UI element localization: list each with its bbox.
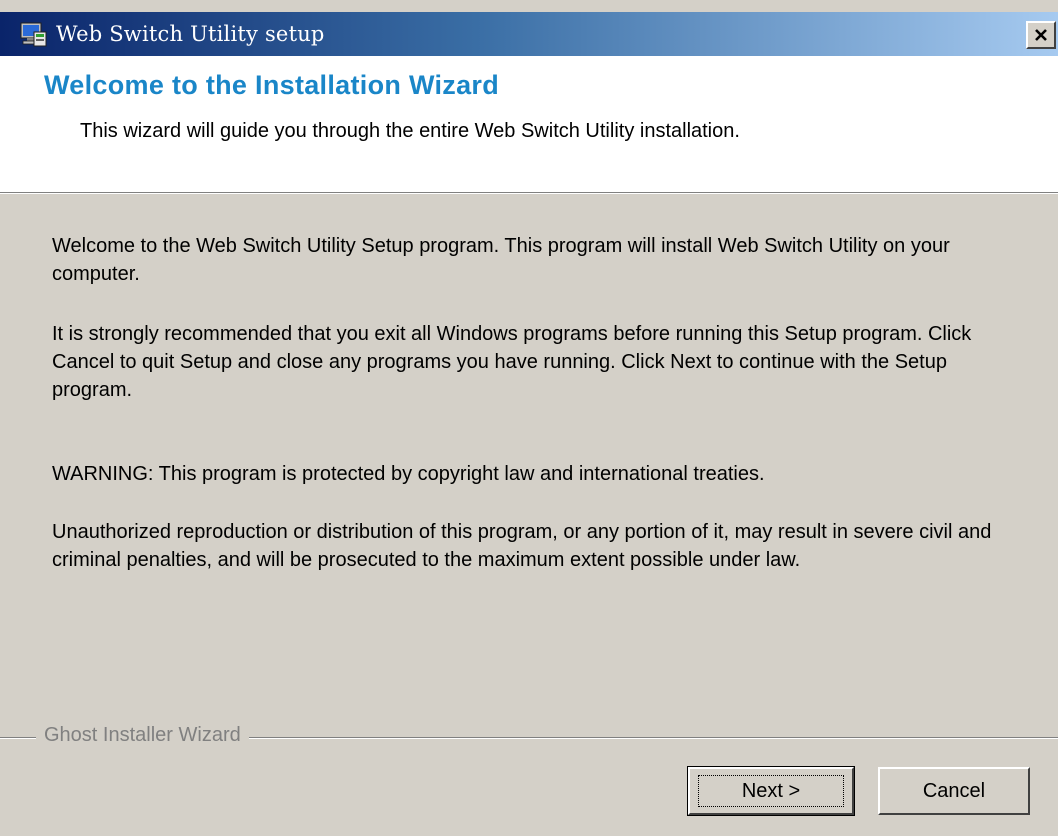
page-subtitle: This wizard will guide you through the e… — [80, 120, 740, 142]
close-button[interactable] — [1026, 21, 1056, 49]
cancel-button[interactable]: Cancel — [878, 767, 1030, 815]
installer-brand-label: Ghost Installer Wizard — [36, 724, 249, 747]
next-button-label: Next > — [741, 779, 801, 802]
title-bar[interactable]: Web Switch Utility setup — [0, 12, 1058, 56]
setup-window: Web Switch Utility setup Welcome to the … — [0, 0, 1058, 836]
wizard-header: Welcome to the Installation Wizard This … — [0, 56, 1058, 192]
setup-computer-icon — [20, 22, 47, 47]
header-divider — [0, 192, 1058, 194]
warning-paragraph: WARNING: This program is protected by co… — [52, 463, 765, 485]
page-title: Welcome to the Installation Wizard — [44, 70, 500, 100]
cancel-button-label: Cancel — [922, 779, 986, 802]
recommendation-paragraph: It is strongly recommended that you exit… — [52, 323, 972, 401]
legal-paragraph: Unauthorized reproduction or distributio… — [52, 521, 992, 571]
welcome-paragraph: Welcome to the Web Switch Utility Setup … — [52, 235, 950, 285]
window-title: Web Switch Utility setup — [56, 22, 325, 46]
next-button[interactable]: Next > — [687, 766, 855, 816]
close-icon — [1035, 29, 1047, 41]
